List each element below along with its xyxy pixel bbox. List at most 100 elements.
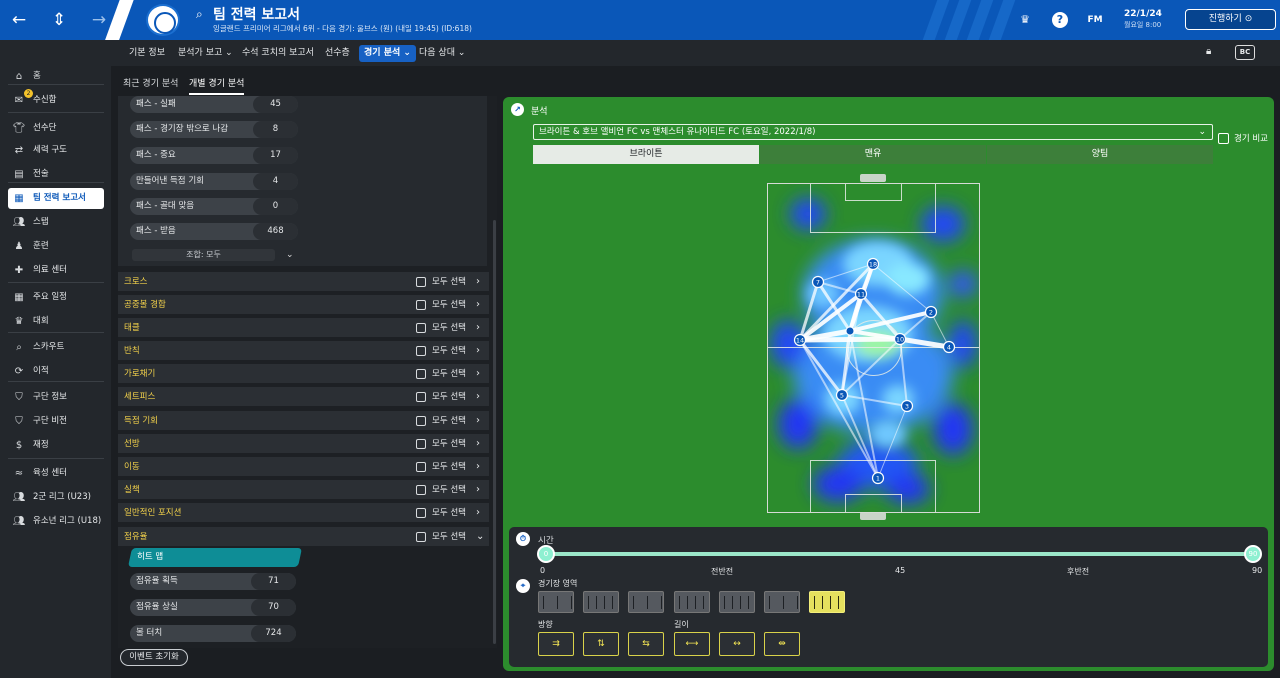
- event-category-row[interactable]: 실책 모두 선택 ›: [118, 480, 489, 500]
- history-updown-icon[interactable]: ⇕: [46, 8, 72, 32]
- player-node[interactable]: [845, 326, 855, 336]
- select-all-checkbox[interactable]: [416, 300, 426, 310]
- chevron-down-icon[interactable]: ⌄: [476, 527, 484, 546]
- chevron-right-icon[interactable]: ›: [476, 503, 480, 522]
- possession-row[interactable]: 볼 터치 724: [130, 625, 296, 642]
- sidebar-item-trophy[interactable]: ♛ 대회: [8, 311, 104, 332]
- sidebar-item-tactics[interactable]: ▤ 전술: [8, 164, 104, 185]
- sidebar-item-u18[interactable]: 👥︎ 유소년 리그 (U18): [8, 511, 104, 532]
- length-medium-button[interactable]: ↔: [719, 632, 755, 656]
- sidebar-item-training[interactable]: ♟ 훈련: [8, 236, 104, 257]
- heatmap-toggle[interactable]: 히트 맵: [127, 548, 303, 567]
- select-all-checkbox[interactable]: [416, 416, 426, 426]
- select-all-checkbox[interactable]: [416, 439, 426, 449]
- event-category-row[interactable]: 반칙 모두 선택 ›: [118, 341, 489, 361]
- sidebar-item-medical[interactable]: ✚ 의료 센터: [8, 260, 104, 281]
- select-all-checkbox[interactable]: [416, 346, 426, 356]
- match-select[interactable]: 브라이튼 & 호브 앨비언 FC vs 맨체스터 유나이티드 FC (토요일, …: [533, 124, 1213, 140]
- time-slider-start-handle[interactable]: 0: [537, 545, 555, 563]
- sidebar-item-club[interactable]: ⛉ 구단 정보: [8, 387, 104, 408]
- tab-single-match-analysis[interactable]: 개별 경기 분석: [189, 76, 245, 95]
- time-slider-end-handle[interactable]: 90: [1244, 545, 1262, 563]
- event-category-row[interactable]: 공중볼 경합 모두 선택 ›: [118, 295, 489, 315]
- fm-logo[interactable]: FM: [1087, 12, 1103, 28]
- sidebar-item-staff[interactable]: 👥︎ 스탭: [8, 212, 104, 233]
- pitch-zone-button[interactable]: [674, 591, 710, 613]
- sidebar-item-shirt[interactable]: 👕︎ 선수단: [8, 118, 104, 139]
- chevron-right-icon[interactable]: ›: [476, 480, 480, 499]
- select-all-checkbox[interactable]: [416, 532, 426, 542]
- event-category-row[interactable]: 세트피스 모두 선택 ›: [118, 387, 489, 407]
- compare-checkbox[interactable]: [1218, 133, 1229, 144]
- select-all-checkbox[interactable]: [416, 485, 426, 495]
- sidebar-item-vision[interactable]: ⛉ 구단 비전: [8, 411, 104, 432]
- tab-team-both[interactable]: 양팀: [987, 145, 1213, 164]
- select-all-checkbox[interactable]: [416, 277, 426, 287]
- bc-badge-icon[interactable]: BC: [1235, 45, 1255, 60]
- help-icon[interactable]: ?: [1052, 12, 1068, 28]
- event-category-row[interactable]: 선방 모두 선택 ›: [118, 434, 489, 454]
- pitch-zone-button[interactable]: [809, 591, 845, 613]
- select-all-checkbox[interactable]: [416, 508, 426, 518]
- possession-row[interactable]: 점유율 상실 70: [130, 599, 296, 616]
- chevron-right-icon[interactable]: ›: [476, 272, 480, 291]
- possession-row[interactable]: 점유율 획득 71: [130, 573, 296, 590]
- sidebar-item-scout[interactable]: ⌕ 스카우트: [8, 337, 104, 358]
- continue-button[interactable]: 진행하기 ⊙: [1185, 9, 1276, 30]
- chevron-right-icon[interactable]: ›: [476, 387, 480, 406]
- search-icon[interactable]: ⌕: [196, 7, 203, 22]
- sidebar-item-home[interactable]: ⌂ 홈: [8, 66, 104, 87]
- event-category-row[interactable]: 이동 모두 선택 ›: [118, 457, 489, 477]
- sidebar-item-u23[interactable]: 👥︎ 2군 리그 (U23): [8, 487, 104, 508]
- sidebar-item-report[interactable]: ▦ 팀 전력 보고서: [8, 188, 104, 209]
- tab-team-home[interactable]: 브라이튼: [533, 145, 759, 164]
- trophy-icon[interactable]: ♛: [1017, 12, 1033, 28]
- chevron-down-icon[interactable]: ⌄: [286, 250, 294, 260]
- sidebar-item-calendar[interactable]: ▦ 주요 일정: [8, 287, 104, 308]
- pitch-zone-button[interactable]: [583, 591, 619, 613]
- select-all-checkbox[interactable]: [416, 323, 426, 333]
- nav-match-analysis[interactable]: 경기 분석 ⌄: [359, 45, 416, 62]
- pitch-zone-button[interactable]: [764, 591, 800, 613]
- chevron-right-icon[interactable]: ›: [476, 411, 480, 430]
- filter-scrollbar[interactable]: [493, 220, 496, 644]
- length-short-button[interactable]: ⇹: [764, 632, 800, 656]
- club-crest-icon[interactable]: [146, 4, 180, 36]
- event-category-row[interactable]: 가로채기 모두 선택 ›: [118, 364, 489, 384]
- nav-analyst-report[interactable]: 분석가 보고 ⌄: [173, 45, 238, 62]
- nav-overview[interactable]: 기본 정보: [124, 45, 170, 62]
- time-slider-track[interactable]: [545, 552, 1254, 556]
- reset-events-button[interactable]: 이벤트 초기화: [120, 649, 188, 666]
- chevron-right-icon[interactable]: ›: [476, 434, 480, 453]
- chevron-right-icon[interactable]: ›: [476, 364, 480, 383]
- nav-depth[interactable]: 선수층: [320, 45, 355, 62]
- event-category-row[interactable]: 크로스 모두 선택 ›: [118, 272, 489, 292]
- chevron-right-icon[interactable]: ›: [476, 457, 480, 476]
- nav-head-coach-report[interactable]: 수석 코치의 보고서: [237, 45, 319, 62]
- event-category-row[interactable]: 태클 모두 선택 ›: [118, 318, 489, 338]
- back-arrow-icon[interactable]: ←: [6, 8, 32, 32]
- event-category-row[interactable]: 일반적인 포지션 모두 선택 ›: [118, 503, 489, 523]
- pitch-zone-button[interactable]: [628, 591, 664, 613]
- pitch-zone-button[interactable]: [538, 591, 574, 613]
- lock-icon[interactable]: 🔒︎: [1206, 46, 1211, 57]
- length-long-button[interactable]: ⟷: [674, 632, 710, 656]
- tab-recent-analysis[interactable]: 최근 경기 분석: [123, 76, 178, 93]
- event-category-row[interactable]: 득점 기회 모두 선택 ›: [118, 411, 489, 431]
- pitch-zone-button[interactable]: [719, 591, 755, 613]
- chevron-right-icon[interactable]: ›: [476, 341, 480, 360]
- sidebar-item-dynamics[interactable]: ⇄ 세력 구도: [8, 140, 104, 161]
- event-category-row[interactable]: 점유율 모두 선택 ⌄: [118, 527, 489, 547]
- tab-team-away[interactable]: 맨유: [760, 145, 986, 164]
- select-all-checkbox[interactable]: [416, 462, 426, 472]
- direction-sideways-button[interactable]: ⇆: [628, 632, 664, 656]
- chevron-right-icon[interactable]: ›: [476, 318, 480, 337]
- select-all-checkbox[interactable]: [416, 392, 426, 402]
- sidebar-item-finance[interactable]: $ 재정: [8, 435, 104, 456]
- nav-next-opponent[interactable]: 다음 상대 ⌄: [414, 45, 470, 62]
- combination-select[interactable]: 조합: 모두: [132, 249, 275, 261]
- direction-forward-button[interactable]: ⇉: [538, 632, 574, 656]
- current-date[interactable]: 22/1/24 월요일 8:00: [1124, 9, 1162, 31]
- chevron-right-icon[interactable]: ›: [476, 295, 480, 314]
- sidebar-item-transfer[interactable]: ⟳ 이적: [8, 361, 104, 382]
